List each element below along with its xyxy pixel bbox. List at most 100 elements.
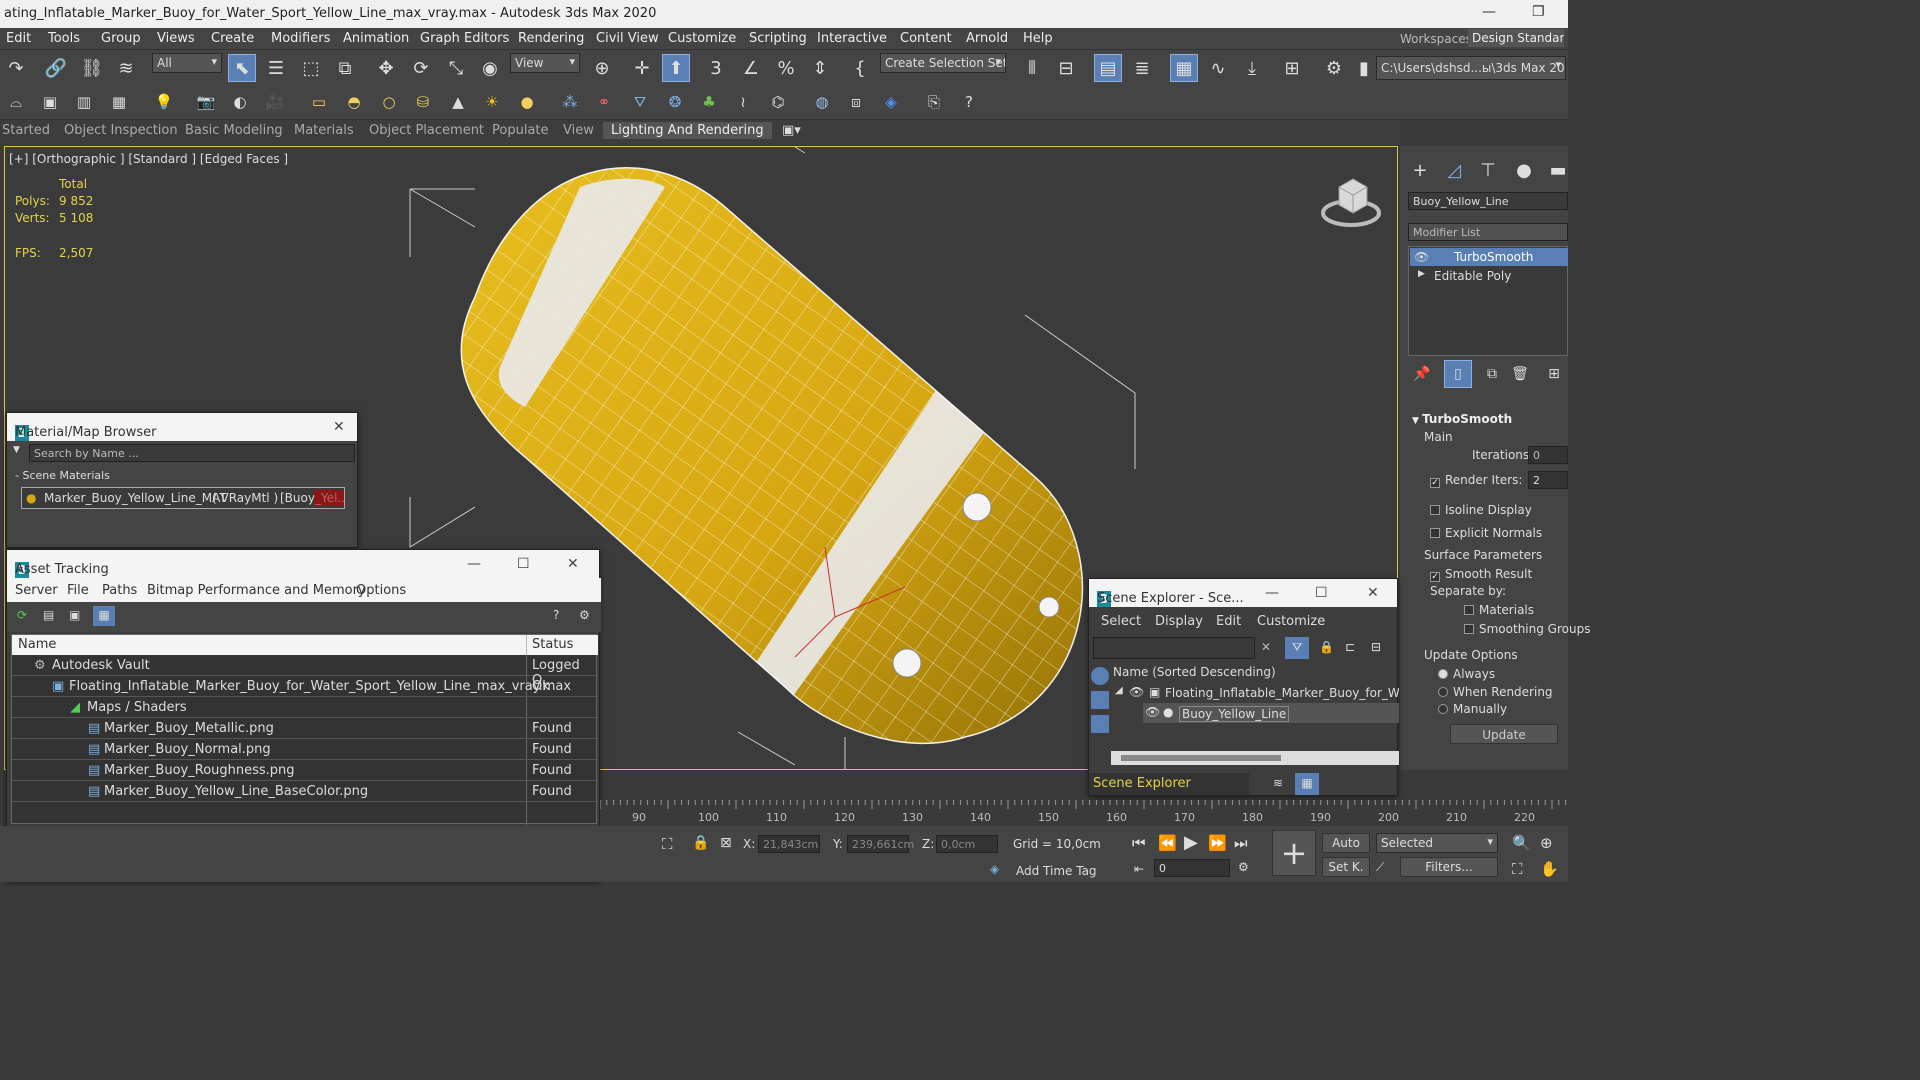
sort-icon[interactable]: ▦ — [1295, 773, 1319, 795]
collapse-all-icon[interactable]: ⊟ — [1371, 640, 1381, 654]
help-icon[interactable]: ? — [553, 608, 559, 622]
menu-server[interactable]: Server — [15, 583, 58, 598]
hair-icon[interactable]: ≀ — [729, 88, 757, 116]
sphere-icon[interactable]: ○ — [375, 88, 403, 116]
pivot-center-icon[interactable]: ⊕ — [588, 54, 616, 82]
schematic-view-icon[interactable]: ⤓ — [1238, 54, 1266, 82]
table-row[interactable]: ⚙ Autodesk Vault Logged O... — [12, 655, 598, 688]
select-by-name-icon[interactable]: ☰ — [262, 54, 290, 82]
menu-create[interactable]: Create — [211, 31, 254, 46]
curve-editor-icon[interactable]: ∿ — [1204, 54, 1232, 82]
list-view-icon[interactable]: ▤ — [43, 608, 54, 622]
object-name-field[interactable]: Buoy_Yellow_Line — [1408, 192, 1568, 210]
time-tag-icon[interactable]: ◈ — [990, 862, 999, 876]
menu-customize[interactable]: Customize — [668, 31, 736, 46]
tab-object-inspection[interactable]: Object Inspection — [64, 123, 178, 138]
volume-icon[interactable]: ❂ — [661, 88, 689, 116]
modifier-list-dropdown[interactable]: Modifier List — [1408, 223, 1568, 241]
select-object-icon[interactable]: ⬉ — [228, 54, 256, 82]
menu-content[interactable]: Content — [900, 31, 952, 46]
tab-view[interactable]: View — [563, 123, 594, 138]
eye-icon[interactable]: 👁 — [1129, 685, 1144, 699]
modify-tab-icon[interactable]: ◿ — [1440, 156, 1468, 184]
material-editor-icon[interactable]: ⊞ — [1278, 54, 1306, 82]
display-geometry-icon[interactable] — [1091, 691, 1109, 709]
table-row[interactable]: ◢ Maps / Shaders — [12, 697, 598, 718]
set-key-button[interactable]: Set K. — [1322, 857, 1370, 877]
previous-frame-icon[interactable]: ⏪ — [1158, 834, 1177, 852]
menu-modifiers[interactable]: Modifiers — [271, 31, 330, 46]
menu-edit[interactable]: Edit — [1216, 614, 1241, 629]
remove-modifier-icon[interactable]: 🗑 — [1506, 360, 1534, 388]
filter-icon[interactable]: ⛛ — [1285, 637, 1309, 659]
render-camera-icon[interactable]: 🎥 — [261, 88, 289, 116]
export-icon[interactable]: ⎘ — [920, 88, 948, 116]
minimize-icon[interactable]: — — [467, 556, 481, 572]
proxy-icon[interactable]: ⚭ — [590, 88, 618, 116]
mesh-icon[interactable]: ⌓ — [2, 88, 30, 116]
make-unique-icon[interactable]: ⧉ — [1478, 360, 1506, 388]
light-icon[interactable]: 💡 — [150, 88, 178, 116]
key-filter-dropdown[interactable]: Selected — [1376, 833, 1498, 853]
absolute-mode-icon[interactable]: ⊠ — [720, 835, 732, 851]
manually-radio[interactable]: Manually — [1438, 702, 1507, 716]
table-row[interactable]: ▤ Marker_Buoy_Yellow_Line_BaseColor.png … — [12, 781, 598, 802]
vray-ball-icon[interactable]: ◍ — [808, 88, 836, 116]
table-row[interactable]: ▣ Floating_Inflatable_Marker_Buoy_for_Wa… — [12, 676, 598, 697]
keyboard-shortcut-icon[interactable]: ⬆ — [662, 54, 690, 82]
smooth-result-checkbox[interactable]: ✓ Smooth Result — [1430, 567, 1532, 582]
y-coordinate-field[interactable]: 239,661cm — [847, 835, 914, 853]
scene-search-input[interactable] — [1093, 637, 1255, 659]
menu-edit[interactable]: Edit — [6, 31, 31, 46]
menu-civil-view[interactable]: Civil View — [596, 31, 659, 46]
ambient-light-icon[interactable]: ● — [513, 88, 541, 116]
tab-basic-modeling[interactable]: Basic Modeling — [185, 123, 283, 138]
render-iters-spinner[interactable]: 2 — [1528, 471, 1568, 489]
material-item[interactable]: ● Marker_Buoy_Yellow_Line_MAT ( VRayMtl … — [21, 487, 345, 509]
explorer-scrollbar[interactable] — [1111, 751, 1399, 765]
vfb-icon[interactable]: ⧈ — [842, 88, 870, 116]
table-icon[interactable]: ▦ — [105, 88, 133, 116]
table-row[interactable]: ▤ Marker_Buoy_Roughness.png Found — [12, 760, 598, 781]
tab-populate[interactable]: Populate — [492, 123, 549, 138]
rotate-icon[interactable]: ⟳ — [407, 54, 435, 82]
move-icon[interactable]: ✥ — [372, 54, 400, 82]
maximize-icon[interactable]: ❐ — [1532, 4, 1545, 20]
menu-bitmap-performance[interactable]: Bitmap Performance and Memory — [147, 583, 366, 598]
explorer-name-field[interactable]: Scene Explorer — [1089, 773, 1249, 795]
help-icon[interactable]: ? — [955, 88, 983, 116]
spinner-snap-icon[interactable]: ⇕ — [806, 54, 834, 82]
render-setup-icon[interactable]: ⚙ — [1320, 54, 1348, 82]
displacement-icon[interactable]: ⛛ — [626, 88, 654, 116]
iterations-spinner[interactable]: 0 — [1528, 446, 1568, 464]
lock-icon[interactable]: 🔒 — [1319, 640, 1334, 654]
ies-light-icon[interactable]: ▲ — [444, 88, 472, 116]
menu-animation[interactable]: Animation — [343, 31, 409, 46]
camera-icon[interactable]: 📷 — [192, 88, 220, 116]
viewcube-icon[interactable] — [1321, 173, 1381, 229]
render-frame-icon[interactable]: ▮ — [1350, 54, 1378, 82]
table-row[interactable]: ▤ Marker_Buoy_Metallic.png Found — [12, 718, 598, 739]
create-tab-icon[interactable]: + — [1406, 156, 1434, 184]
menu-group[interactable]: Group — [101, 31, 141, 46]
maximize-icon[interactable]: ☐ — [1315, 585, 1328, 601]
sphere-light-icon[interactable]: ◐ — [226, 88, 254, 116]
scene-explorer-titlebar[interactable]: 3 Scene Explorer - Sce... — ☐ ✕ — [1089, 579, 1397, 607]
menu-paths[interactable]: Paths — [102, 583, 137, 598]
tab-lighting-and-rendering[interactable]: Lighting And Rendering — [603, 122, 772, 139]
display-objects-icon[interactable] — [1091, 667, 1109, 685]
layers-icon[interactable]: ≋ — [1273, 776, 1283, 790]
menu-options[interactable]: Options — [356, 583, 406, 598]
smoothing-groups-checkbox[interactable]: Smoothing Groups — [1464, 622, 1590, 636]
filters-button[interactable]: Filters... — [1400, 857, 1498, 877]
close-icon[interactable]: ✕ — [333, 419, 345, 435]
render-iters-checkbox[interactable]: ✓ Render Iters: — [1430, 473, 1522, 488]
menu-interactive[interactable]: Interactive — [817, 31, 887, 46]
stack-item-editable-poly[interactable]: ▶ Editable Poly — [1410, 267, 1568, 285]
redo-icon[interactable]: ↷ — [2, 54, 30, 82]
snaps-icon[interactable]: 3 — [702, 54, 730, 82]
material-browser-titlebar[interactable]: 3 Material/Map Browser ✕ — [7, 413, 357, 441]
zoom-icon[interactable]: 🔍 — [1512, 834, 1531, 852]
refresh-icon[interactable]: ⟳ — [17, 608, 27, 622]
hierarchy-tab-icon[interactable]: ⊤ — [1474, 156, 1502, 184]
